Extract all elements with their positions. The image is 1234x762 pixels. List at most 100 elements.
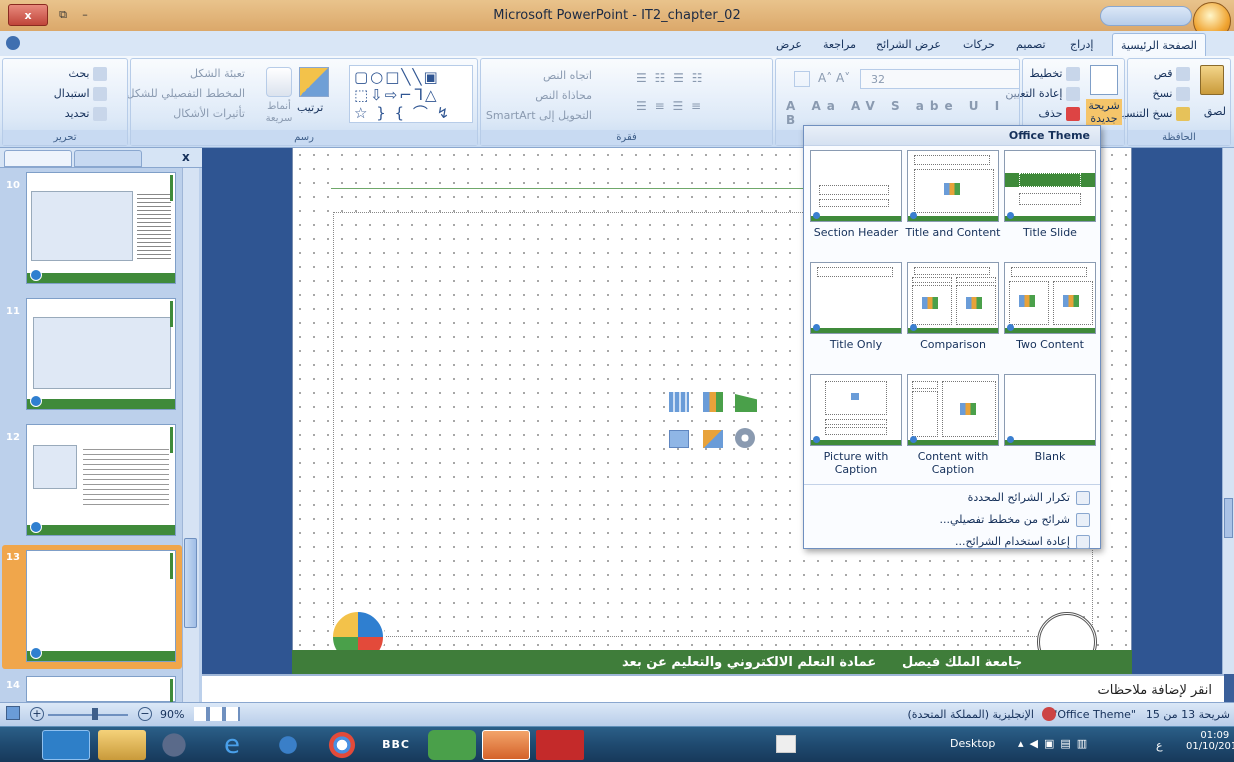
align-text-button[interactable]: محاذاة النص [535,89,592,102]
file-explorer-icon[interactable] [98,730,146,760]
tab-slideshow[interactable]: عرض الشرائح [868,33,949,56]
cursor-icon [93,107,107,121]
tray-icons[interactable]: ▴◀▣▤▥ [1018,737,1093,750]
thumb-screenshot [33,445,77,489]
select-button[interactable]: تحديد [65,107,107,121]
clear-format-icon[interactable] [794,71,810,87]
tab-review[interactable]: مراجعة [815,33,864,56]
minimize-button[interactable]: – [74,4,96,26]
close-button[interactable]: x [8,4,48,26]
clipart-icon[interactable] [703,430,723,448]
notes-pane[interactable]: انقر لإضافة ملاحظات [202,674,1224,702]
logo-dot [813,436,820,443]
quick-styles-button[interactable]: أنماط سريعة [257,101,301,125]
zoom-in-icon[interactable]: + [30,707,44,721]
replace-label: استبدال [53,87,90,100]
view-buttons[interactable] [194,707,240,721]
tab-view[interactable]: عرض [768,33,810,56]
slide-scroll-thumb[interactable] [1224,498,1233,538]
cut-button[interactable]: قص [1154,67,1190,81]
quick-access-toolbar[interactable] [1100,6,1192,26]
clipboard-group-label: الحافظة [1128,130,1230,145]
text-direction-button[interactable]: اتجاه النص [543,69,592,82]
zoom-out-icon[interactable]: − [138,707,152,721]
slide-thumbnail-12[interactable] [26,424,176,536]
tab-slides[interactable] [4,150,72,167]
slide-thumbnail-13[interactable] [26,550,176,662]
tab-home[interactable]: الصفحة الرئيسية [1112,33,1206,56]
find-button[interactable]: بحث [69,67,107,81]
arrange-icon[interactable] [299,67,329,97]
font-size-box[interactable]: 32 [860,69,1020,89]
layout-icon [1066,67,1080,81]
quick-styles-icon[interactable] [266,67,292,97]
shape-fill-button[interactable]: تعبئة الشكل [190,67,245,80]
smartart-icon[interactable] [735,394,757,412]
layout-button[interactable]: تخطيط [1030,67,1080,81]
keyboard-icon[interactable] [776,735,796,753]
desktop-toolbar[interactable]: Desktop [950,737,995,750]
paste-button[interactable]: لصق [1204,105,1226,118]
format-painter-button[interactable]: نسخ التنسيق [1114,107,1190,121]
help-app-icon[interactable] [42,730,90,760]
content-insert-icons[interactable] [669,392,761,456]
internet-explorer-icon[interactable]: e [208,730,256,760]
restore-button[interactable]: ⧉ [52,4,74,26]
picture-icon[interactable] [669,430,689,448]
fit-slide-icon[interactable] [6,706,20,720]
align-buttons[interactable]: ☰ ≡ ☰ ≡ [636,99,703,113]
new-slide-button[interactable]: شريحة جديدة [1086,99,1122,125]
delete-button[interactable]: حذف [1039,107,1080,121]
pdf-reader-icon[interactable] [536,730,584,760]
media-icon[interactable] [735,428,755,448]
command-label: تكرار الشرائح المحددة [967,491,1070,504]
font-format-buttons[interactable]: A Aa AV S abe U I B [786,99,1019,127]
slides-from-outline-command[interactable]: شرائح من مخطط تفصيلي... [939,510,1090,530]
zoom-thumb[interactable] [92,708,98,720]
shape-outline-button[interactable]: المخطط التفصيلي للشكل [127,87,246,100]
tab-animations[interactable]: حركات [955,33,1003,56]
slide-thumbnail-14[interactable] [26,676,176,705]
shapes-gallery[interactable]: ▢○□╲╲▣ ⬚⇩⇨⌐ᒣ△ ☆ } { ⌒ ↯ [349,65,473,123]
copy-button[interactable]: نسخ [1153,87,1190,101]
bbc-icon[interactable]: BBC [372,730,420,760]
layout-thumb [907,374,999,446]
network-app-icon[interactable] [264,730,312,760]
utorrent-icon[interactable] [428,730,476,760]
footer-band [811,216,901,221]
reuse-slides-command[interactable]: إعادة استخدام الشرائح... [955,532,1090,552]
replace-button[interactable]: استبدال [54,87,107,101]
close-panel-icon[interactable]: x [182,150,190,164]
clock[interactable]: 01:09 01/10/2013 [1186,730,1234,752]
logo-dot [910,212,917,219]
smartart-button[interactable]: التحويل إلى SmartArt [486,109,592,122]
zoom-slider[interactable] [48,714,128,716]
layout-thumb [810,374,902,446]
paragraph-group: اتجاه النص محاذاة النص التحويل إلى Smart… [480,58,773,146]
language[interactable]: الإنجليزية (المملكة المتحدة) [907,708,1034,721]
media-player-icon[interactable] [150,730,198,760]
help-icon[interactable] [6,36,20,50]
slide-thumbnail-11[interactable] [26,298,176,410]
paste-icon[interactable] [1200,65,1224,95]
tab-design[interactable]: تصميم [1008,33,1054,56]
slide-thumbnail-10[interactable] [26,172,176,284]
spellcheck-icon[interactable] [1042,707,1056,721]
panel-scroll-thumb[interactable] [184,538,197,628]
input-language[interactable]: ع [1156,739,1163,752]
chart-icon[interactable] [703,392,723,412]
duplicate-slides-command[interactable]: تكرار الشرائح المحددة [968,488,1090,508]
chrome-icon[interactable] [318,730,366,760]
tab-insert[interactable]: إدراج [1062,33,1101,56]
grow-font-icon[interactable]: A˄ A˅ [818,71,850,85]
zoom-level[interactable]: 90% [160,708,184,721]
logo-dot [910,436,917,443]
slide-vertical-scrollbar[interactable] [1222,148,1234,674]
list-buttons[interactable]: ☰ ☷ ☰ ☷ [636,71,704,85]
table-icon[interactable] [669,392,689,412]
layout-thumb [1004,374,1096,446]
tab-outline[interactable] [74,150,142,167]
new-slide-icon[interactable] [1090,65,1118,95]
powerpoint-taskbar-icon[interactable] [482,730,530,760]
shape-effects-button[interactable]: تأثيرات الأشكال [173,107,245,120]
